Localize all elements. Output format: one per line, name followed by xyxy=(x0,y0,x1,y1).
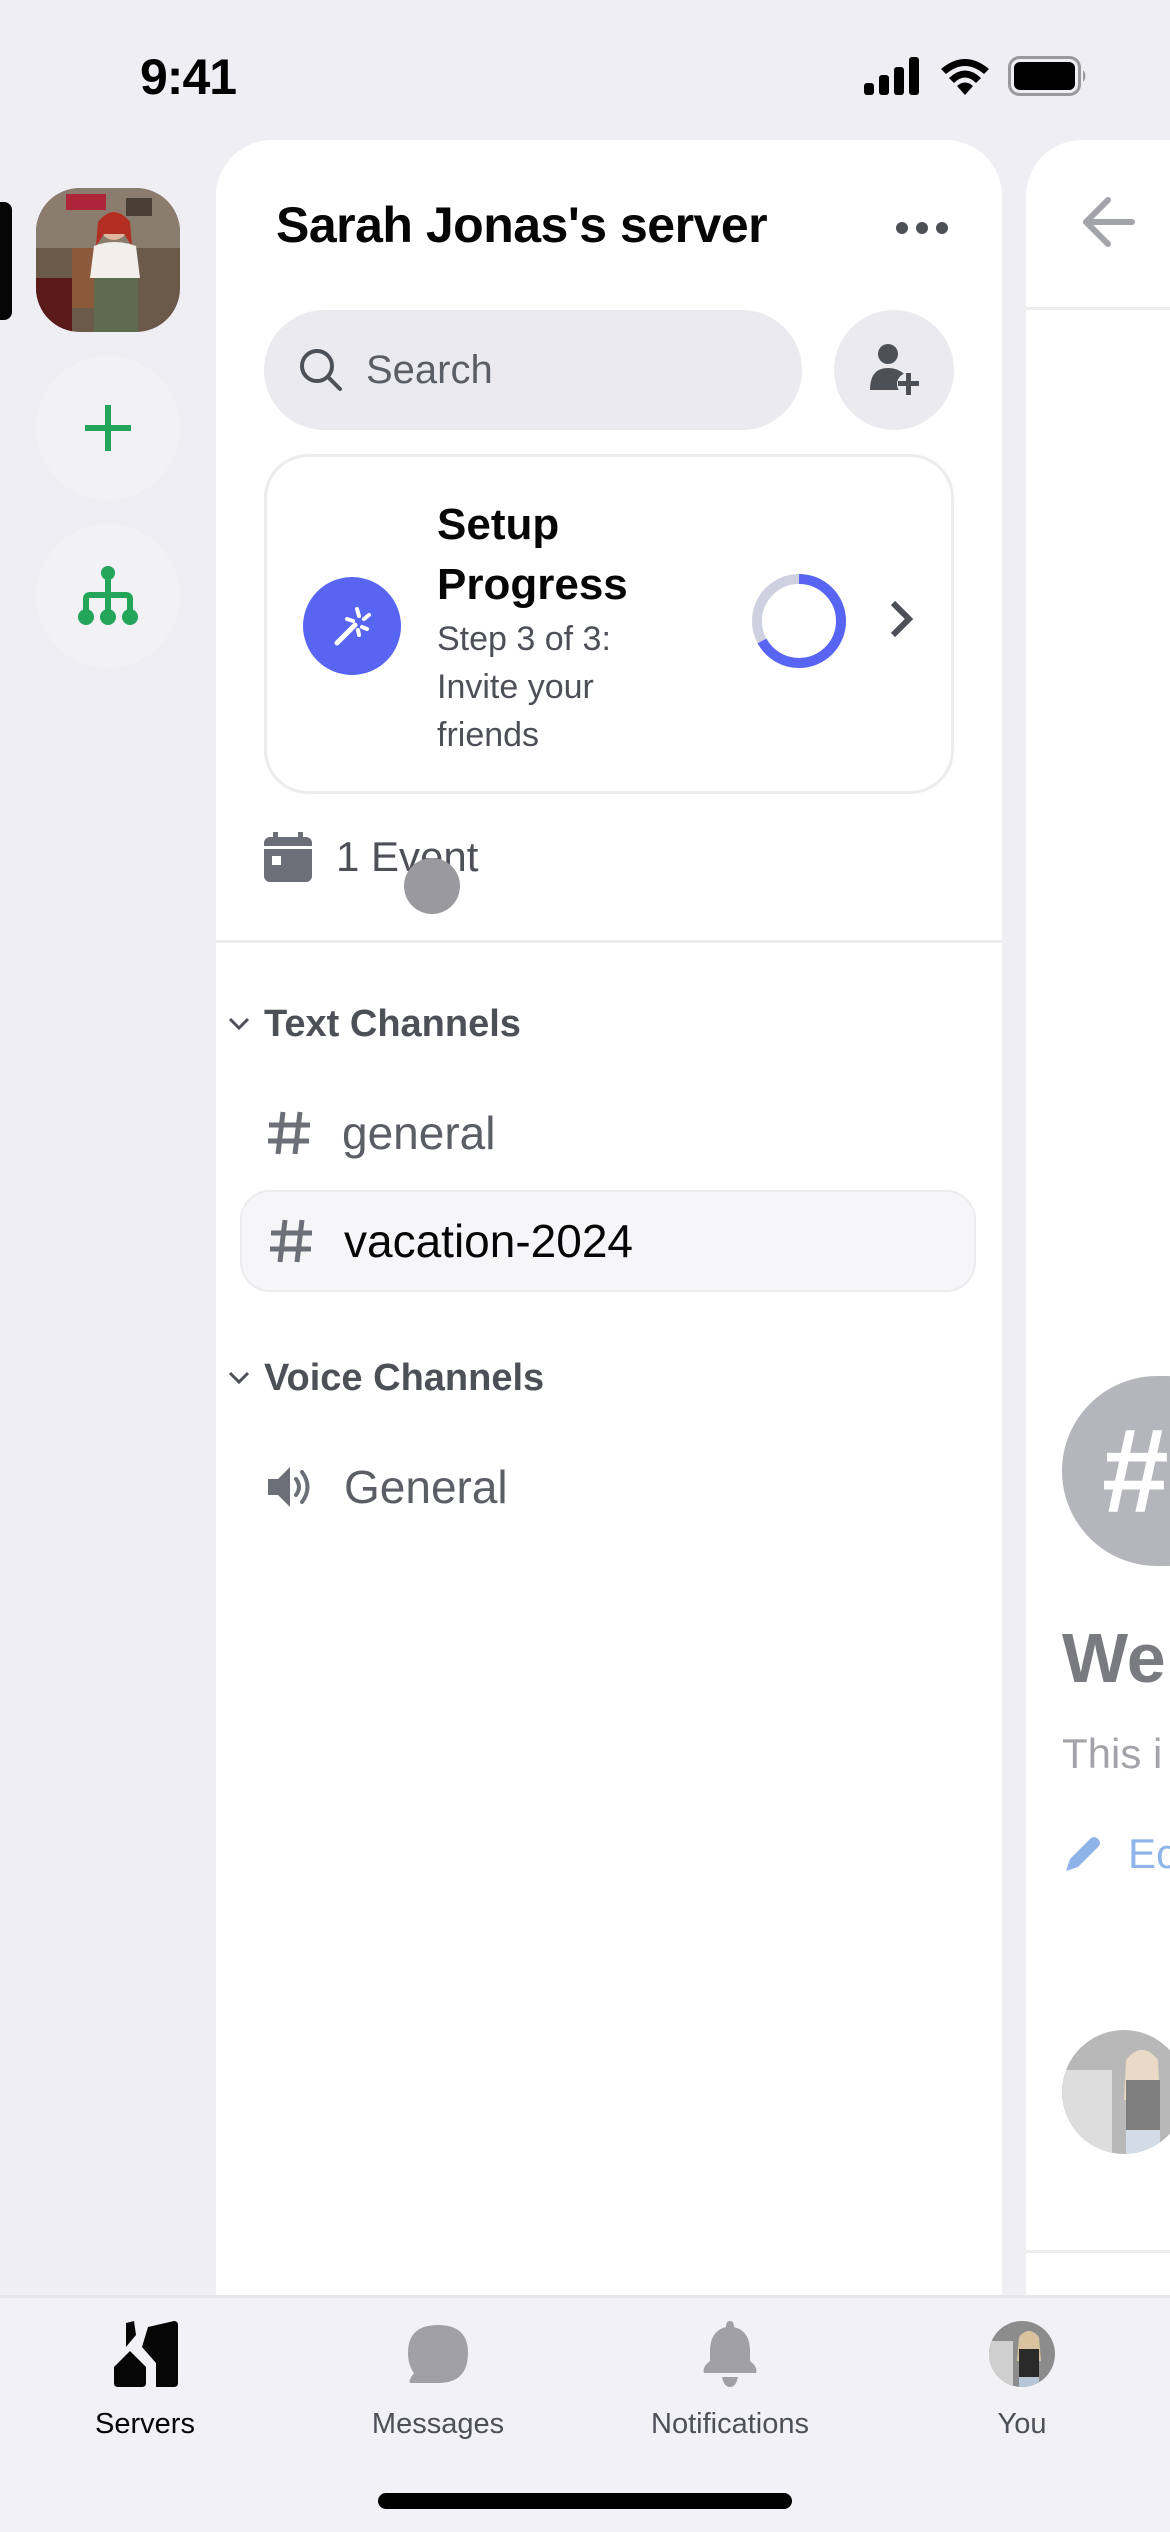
search-placeholder: Search xyxy=(366,347,493,392)
touch-indicator xyxy=(404,858,460,914)
setup-progress-card[interactable]: Setup Progress Step 3 of 3: Invite your … xyxy=(264,454,954,794)
tab-notifications[interactable]: Notifications xyxy=(610,2320,850,2441)
channel-voice-general[interactable]: General xyxy=(240,1436,976,1538)
channel-label: vacation-2024 xyxy=(344,1215,633,1267)
edit-label: Ec xyxy=(1128,1830,1170,1877)
category-label: Text Channels xyxy=(264,1002,521,1045)
add-server-button[interactable] xyxy=(36,356,180,500)
category-voice-channels[interactable]: Voice Channels xyxy=(228,1348,544,1408)
selected-server-indicator xyxy=(0,202,12,320)
hashtag-glyph: # xyxy=(1102,1404,1169,1538)
server-avatar[interactable] xyxy=(36,188,180,332)
tab-label: You xyxy=(997,2408,1047,2440)
welcome-heading: Wel xyxy=(1062,1619,1170,1697)
category-label: Voice Channels xyxy=(264,1356,545,1399)
magic-wand-icon xyxy=(334,607,371,646)
plus-icon xyxy=(85,405,131,451)
divider xyxy=(216,940,1002,943)
hub-discover-icon xyxy=(78,566,138,625)
search-input[interactable]: Search xyxy=(264,310,802,430)
tab-messages[interactable]: Messages xyxy=(318,2320,558,2441)
divider xyxy=(1026,2250,1170,2253)
welcome-description: This i xyxy=(1062,1730,1163,1777)
category-text-channels[interactable]: Text Channels xyxy=(228,994,521,1054)
servers-icon xyxy=(114,2321,178,2387)
server-title[interactable]: Sarah Jonas's server xyxy=(276,196,768,254)
invite-members-button[interactable] xyxy=(834,310,954,430)
search-icon xyxy=(300,349,342,391)
channel-label: general xyxy=(342,1107,496,1159)
bell-icon xyxy=(703,2321,757,2387)
status-time: 9:41 xyxy=(140,49,237,105)
pencil-icon xyxy=(1066,1837,1100,1871)
arrow-left-icon[interactable] xyxy=(1080,196,1136,248)
channel-general[interactable]: general xyxy=(240,1082,976,1184)
hashtag-icon xyxy=(270,1219,312,1263)
tab-label: Messages xyxy=(371,2408,505,2440)
add-member-icon xyxy=(870,344,919,395)
chat-header xyxy=(1026,140,1170,310)
channel-vacation-2024[interactable]: vacation-2024 xyxy=(240,1190,976,1292)
wifi-icon xyxy=(941,59,989,95)
chevron-down-icon xyxy=(228,1371,250,1385)
tab-servers[interactable]: Servers xyxy=(25,2320,265,2441)
hashtag-icon xyxy=(268,1111,310,1155)
member-avatar xyxy=(1062,2030,1170,2154)
status-icons xyxy=(864,56,1090,96)
cellular-signal-icon xyxy=(864,57,919,95)
speaker-icon xyxy=(268,1467,310,1507)
setup-progress-ring xyxy=(752,574,846,668)
tab-you[interactable]: You xyxy=(902,2320,1142,2441)
calendar-icon xyxy=(264,832,312,882)
channel-icon-circle: # xyxy=(1062,1376,1170,1566)
chevron-right-icon xyxy=(890,600,914,638)
chevron-down-icon xyxy=(228,1017,250,1031)
battery-icon xyxy=(1008,56,1086,96)
tab-label: Servers xyxy=(95,2408,195,2440)
user-avatar xyxy=(989,2321,1055,2387)
ellipsis-icon xyxy=(896,222,908,234)
wand-badge xyxy=(303,577,401,675)
channel-panel: Sarah Jonas's server Search Setup Progre… xyxy=(216,140,1002,2295)
home-indicator xyxy=(378,2493,792,2509)
tab-label: Notifications xyxy=(651,2408,809,2440)
channel-label: General xyxy=(344,1461,508,1513)
server-avatar-image xyxy=(36,188,180,332)
chat-bubble-icon xyxy=(408,2325,468,2383)
setup-progress-subtitle: Step 3 of 3: Invite your friends xyxy=(437,620,611,754)
chat-panel: # Wel This i Ec xyxy=(1026,140,1170,2295)
edit-channel-link[interactable]: Ec xyxy=(1062,1830,1170,1878)
more-options-button[interactable] xyxy=(882,204,962,252)
setup-progress-title: Setup Progress xyxy=(437,500,628,609)
discover-button[interactable] xyxy=(36,524,180,668)
